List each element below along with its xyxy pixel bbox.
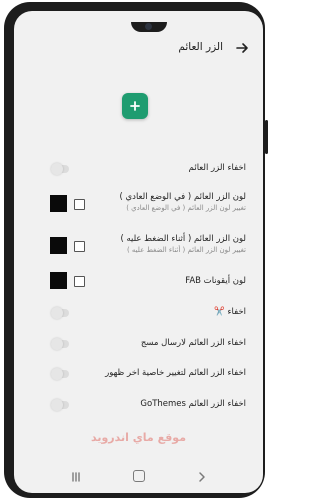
fab-preview-button[interactable] [122, 93, 148, 119]
color-checkbox[interactable] [74, 276, 85, 287]
setting-fab-color-normal[interactable]: لون الزر العائم ( في الوضع العادي ) تغيي… [14, 189, 263, 225]
color-checkbox[interactable] [74, 199, 85, 210]
hide-fab-last-seen-toggle[interactable] [51, 368, 69, 380]
plus-icon [130, 101, 140, 111]
color-swatch[interactable] [50, 195, 67, 212]
color-swatch[interactable] [50, 237, 67, 254]
setting-subtitle: تغيير لون الزر العائم ( في الوضع العادي … [126, 204, 246, 212]
home-icon[interactable] [133, 470, 145, 482]
hide-fab-message-toggle[interactable] [51, 338, 69, 350]
toggle-knob [51, 399, 63, 411]
power-button [265, 120, 268, 154]
hide-scissors-toggle[interactable] [51, 307, 69, 319]
recents-icon[interactable] [70, 471, 82, 483]
color-checkbox[interactable] [74, 241, 85, 252]
setting-title: اخفاء الزر العائم لارسال مسج [140, 338, 246, 348]
setting-title: اخفاء الزر العائم GoThemes [140, 399, 246, 409]
setting-title: اخفاء الزر العائم لتغيير خاصية اخر ظهور [105, 368, 246, 378]
toggle-knob [51, 307, 63, 319]
setting-fab-icons-color[interactable]: لون أيقونات FAB [14, 267, 263, 293]
arrow-back-icon[interactable] [235, 41, 249, 55]
app-bar: الزر العائم [14, 33, 263, 63]
setting-title: اخفاء الزر العائم [188, 163, 246, 173]
camera-icon [145, 23, 152, 30]
setting-title: لون الزر العائم ( أثناء الضغط عليه ) [120, 234, 246, 244]
setting-title: لون أيقونات FAB [185, 276, 246, 286]
toggle-knob [51, 368, 63, 380]
page-title: الزر العائم [178, 41, 223, 53]
screen: الزر العائم اخفاء الزر العائم لون الزر ا… [14, 11, 263, 493]
front-camera-notch [131, 22, 167, 32]
watermark: موقع ماي اندرويد [90, 431, 186, 444]
setting-hide-fab-message[interactable]: اخفاء الزر العائم لارسال مسج [14, 332, 263, 356]
setting-title: اخفاء ✂️ [214, 307, 246, 317]
setting-hide-scissors[interactable]: اخفاء ✂️ [14, 301, 263, 325]
navigation-bar [14, 463, 263, 493]
setting-hide-fab-last-seen[interactable]: اخفاء الزر العائم لتغيير خاصية اخر ظهور [14, 362, 263, 386]
hide-fab-toggle[interactable] [51, 163, 69, 175]
setting-hide-fab[interactable]: اخفاء الزر العائم [14, 157, 263, 181]
setting-hide-fab-gothemes[interactable]: اخفاء الزر العائم GoThemes [14, 393, 263, 417]
setting-fab-color-pressed[interactable]: لون الزر العائم ( أثناء الضغط عليه ) تغي… [14, 231, 263, 267]
hide-fab-gothemes-toggle[interactable] [51, 399, 69, 411]
toggle-knob [51, 163, 63, 175]
setting-subtitle: تغيير لون الزر العائم ( أثناء الضغط عليه… [126, 246, 246, 254]
phone-frame: الزر العائم اخفاء الزر العائم لون الزر ا… [4, 2, 268, 498]
back-nav-icon[interactable] [196, 471, 208, 483]
color-swatch[interactable] [50, 272, 67, 289]
toggle-knob [51, 338, 63, 350]
setting-title: لون الزر العائم ( في الوضع العادي ) [119, 192, 247, 202]
